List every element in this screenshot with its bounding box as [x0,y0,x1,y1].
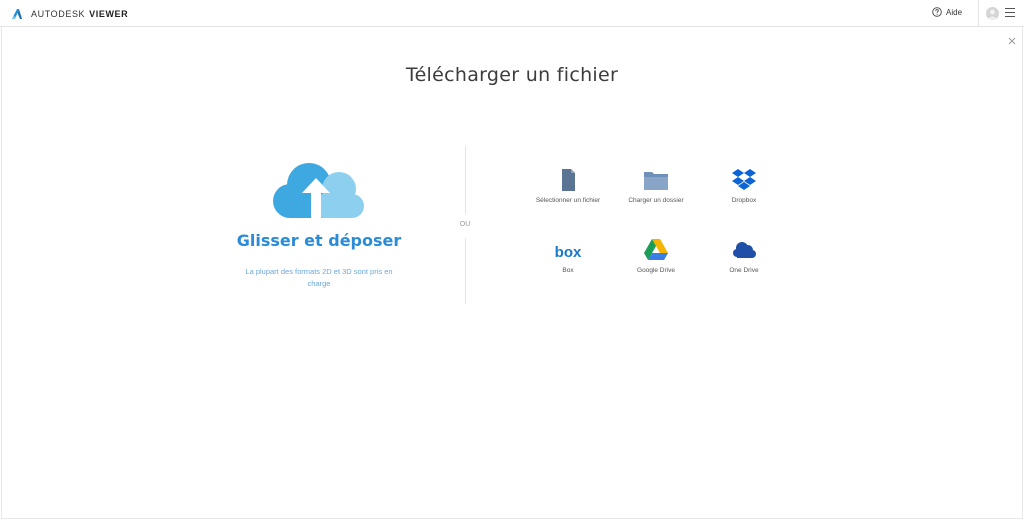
drop-zone[interactable]: Glisser et déposer La plupart des format… [230,155,408,295]
separator-line-top [465,146,466,214]
source-onedrive[interactable]: One Drive [700,238,788,282]
dropbox-icon [732,169,756,190]
hamburger-icon[interactable] [1005,8,1015,18]
autodesk-logo-icon [12,8,22,19]
brand[interactable]: AUTODESK VIEWER [11,6,128,21]
brand-name: AUTODESK [31,8,86,19]
user-icon [988,9,997,20]
source-label: Box [562,267,574,274]
source-dropbox[interactable]: Dropbox [700,168,788,212]
upload-dialog [1,27,1023,519]
onedrive-icon [733,242,756,258]
folder-icon [644,172,668,190]
cloud-upload-icon [273,163,364,218]
separator-label: OU [459,221,471,228]
brand-product: VIEWER [89,8,129,19]
source-google-drive[interactable]: Google Drive [612,238,700,282]
source-label: Sélectionner un fichier [535,197,601,204]
separator-line-bottom [465,238,466,304]
svg-text:box: box [555,244,581,261]
source-label: Google Drive [637,267,675,274]
dialog-title: Télécharger un fichier [405,64,619,86]
header-divider [978,0,979,27]
drop-zone-title: Glisser et déposer [236,231,402,250]
top-bar: AUTODESK VIEWER Aide [0,0,1024,27]
user-avatar[interactable] [986,7,999,20]
drop-zone-subtitle: La plupart des formats 2D et 3D sont pri… [245,267,393,288]
source-box[interactable]: box Box [524,238,612,282]
help-button[interactable]: Aide [932,7,962,17]
box-icon: box [555,244,581,261]
source-label: Charger un dossier [628,197,684,204]
file-icon [562,169,575,191]
close-icon[interactable] [1007,36,1017,46]
google-drive-icon [644,239,668,260]
source-select-file[interactable]: Sélectionner un fichier [524,168,612,212]
source-label: One Drive [729,267,759,274]
help-label: Aide [946,7,963,17]
question-circle-icon [932,7,942,17]
source-label: Dropbox [731,197,757,204]
source-upload-folder[interactable]: Charger un dossier [612,168,700,212]
